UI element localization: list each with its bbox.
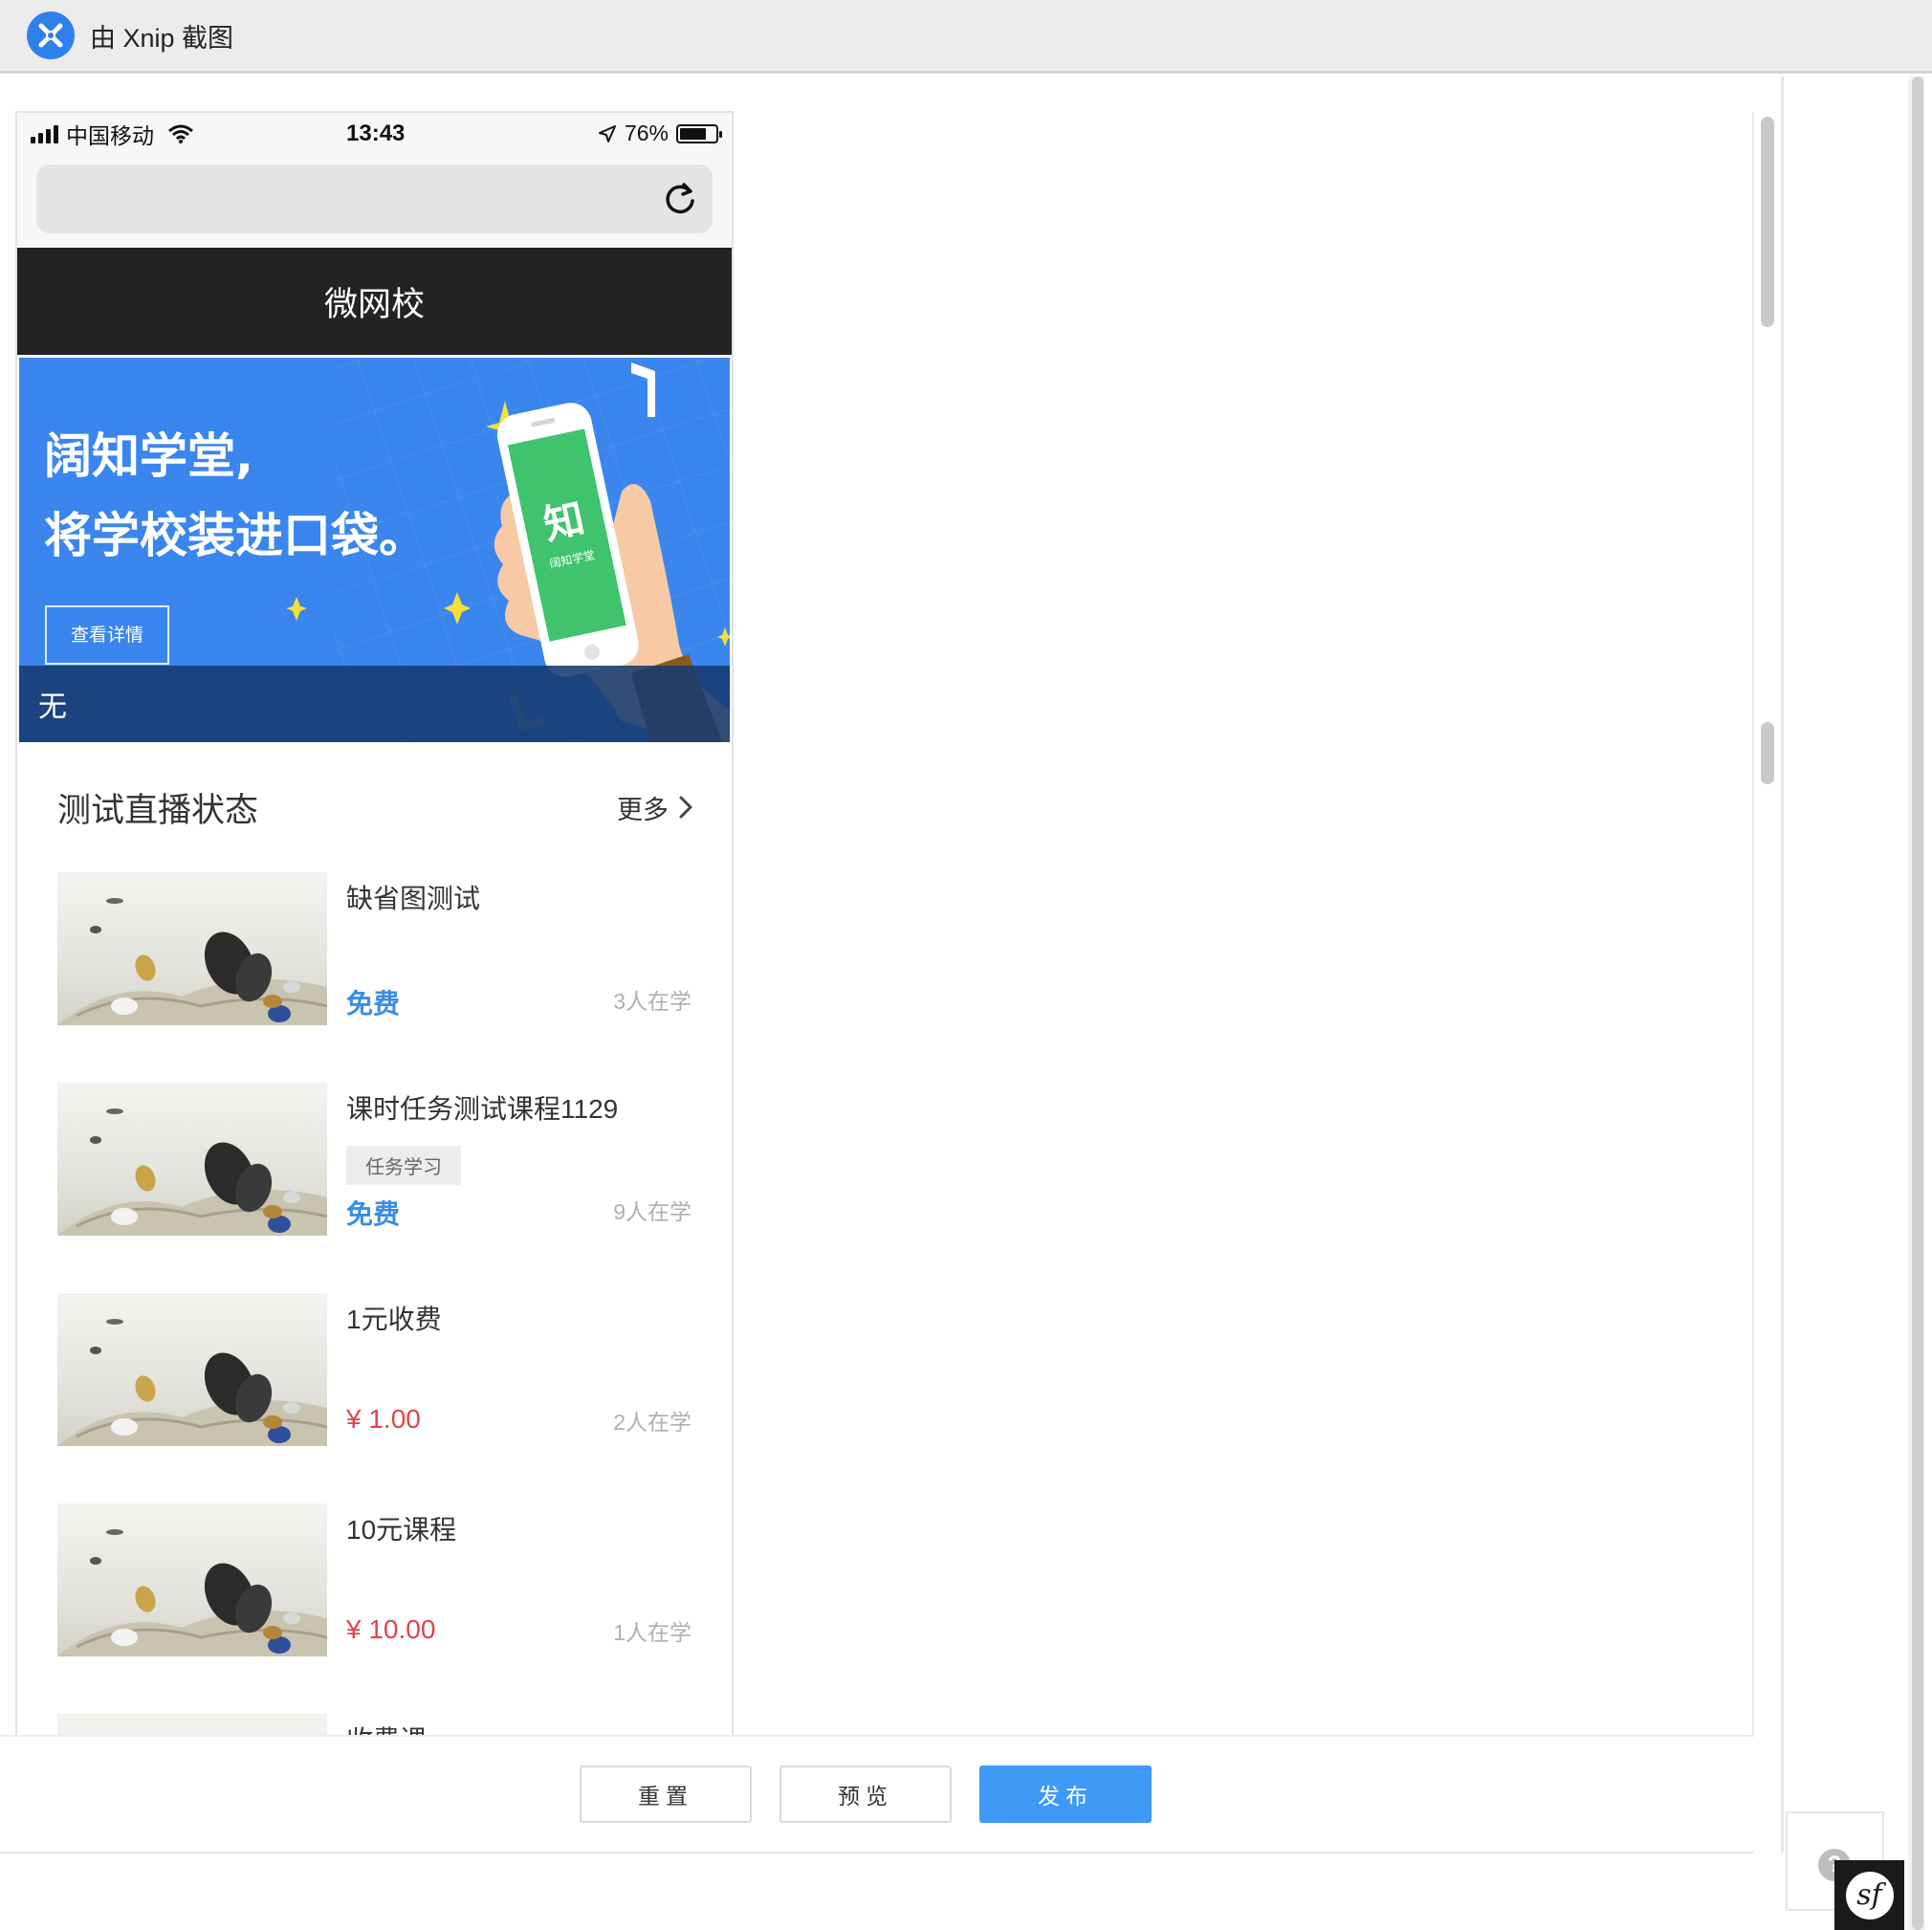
- butterfly-painting-image: [57, 1319, 327, 1446]
- course-learners: 3人在学: [613, 989, 692, 1014]
- preview-scrollbar-thumb[interactable]: [1761, 117, 1774, 327]
- symfony-toolbar-badge[interactable]: sf: [1834, 1860, 1904, 1930]
- butterfly-painting-image: [57, 898, 327, 1025]
- course-title: 10元课程: [346, 1515, 457, 1545]
- chevron-right-icon: [679, 796, 692, 819]
- course-thumbnail: [57, 1714, 327, 1737]
- status-right: 76%: [598, 121, 722, 146]
- app-logo-icon: [27, 11, 75, 59]
- course-learners: 1人在学: [613, 1620, 692, 1645]
- course-list: 缺省图测试 免费 3人在学 课时任务测试课程1129 任务学习 免费 9人在学 …: [17, 872, 732, 1737]
- browser-toolbar: [17, 155, 732, 248]
- course-item[interactable]: 课时任务测试课程1129 任务学习 免费 9人在学: [17, 1083, 732, 1293]
- butterfly-painting-image: [57, 1108, 327, 1236]
- course-tag: 任务学习: [346, 1146, 461, 1185]
- course-title: 缺省图测试: [346, 884, 481, 913]
- window-titlebar: 由 Xnip 截图: [0, 0, 1932, 74]
- signal-icon: [31, 124, 58, 143]
- course-price: 免费: [346, 989, 401, 1019]
- course-price: ¥ 10.00: [346, 1614, 436, 1644]
- phone-preview: 中国移动 13:43 76% 微网校 阔知学堂, 将学校装进口袋。 知 阔知学堂…: [15, 111, 734, 1737]
- window-title: 由 Xnip 截图: [90, 23, 234, 53]
- banner-detail-button[interactable]: 查看详情: [71, 625, 143, 646]
- more-label: 更多: [617, 795, 669, 824]
- page-scrollbar-thumb[interactable]: [1912, 77, 1923, 1930]
- banner-headline-2: 将学校装进口袋。: [44, 508, 427, 563]
- banner-headline-1: 阔知学堂,: [44, 428, 253, 484]
- symfony-icon: sf: [1845, 1871, 1894, 1919]
- preview-scrollbar-thumb-secondary[interactable]: [1761, 722, 1774, 784]
- course-thumbnail: [57, 1293, 327, 1446]
- status-bar: 中国移动 13:43 76%: [17, 113, 732, 155]
- preview-button[interactable]: 预览: [779, 1766, 952, 1823]
- preview-scrollbar-track[interactable]: [1752, 112, 1775, 1843]
- butterfly-painting-image: [57, 1529, 327, 1656]
- section-header: 测试直播状态 更多: [17, 742, 732, 872]
- wifi-icon: [168, 124, 193, 143]
- course-price: ¥ 1.00: [346, 1404, 421, 1434]
- course-learners: 2人在学: [613, 1410, 692, 1435]
- publish-button[interactable]: 发布: [979, 1766, 1152, 1823]
- action-bar: 重置 预览 发布: [0, 1735, 1754, 1853]
- more-link[interactable]: 更多: [617, 789, 693, 826]
- reload-icon[interactable]: [661, 180, 699, 218]
- banner-slide[interactable]: 阔知学堂, 将学校装进口袋。 知 阔知学堂 查看详情 无: [19, 358, 730, 742]
- app-header: 微网校: [17, 248, 732, 355]
- course-title: 1元收费: [346, 1305, 442, 1334]
- battery-icon: [676, 123, 722, 143]
- frame-divider: [1781, 77, 1784, 1853]
- course-title: 课时任务测试课程1129: [346, 1094, 619, 1124]
- course-thumbnail: [57, 1503, 327, 1656]
- course-thumbnail: [57, 1083, 327, 1236]
- course-learners: 9人在学: [613, 1199, 692, 1224]
- course-thumbnail: [57, 872, 327, 1025]
- location-icon: [598, 124, 616, 143]
- course-item[interactable]: 10元课程 ¥ 10.00 1人在学: [17, 1503, 732, 1714]
- butterfly-painting-image: [57, 1714, 327, 1737]
- banner-caption: 无: [19, 666, 730, 742]
- reset-button[interactable]: 重置: [580, 1766, 752, 1823]
- battery-percent: 76%: [624, 121, 669, 145]
- section-title: 测试直播状态: [57, 791, 259, 829]
- address-bar[interactable]: [36, 164, 713, 233]
- carrier-label: 中国移动: [66, 123, 154, 148]
- course-item[interactable]: 1元收费 ¥ 1.00 2人在学: [17, 1293, 732, 1503]
- course-item[interactable]: 缺省图测试 免费 3人在学: [17, 872, 732, 1083]
- course-item[interactable]: 收费课: [17, 1714, 732, 1737]
- status-time: 13:43: [346, 121, 406, 146]
- course-price: 免费: [346, 1199, 401, 1229]
